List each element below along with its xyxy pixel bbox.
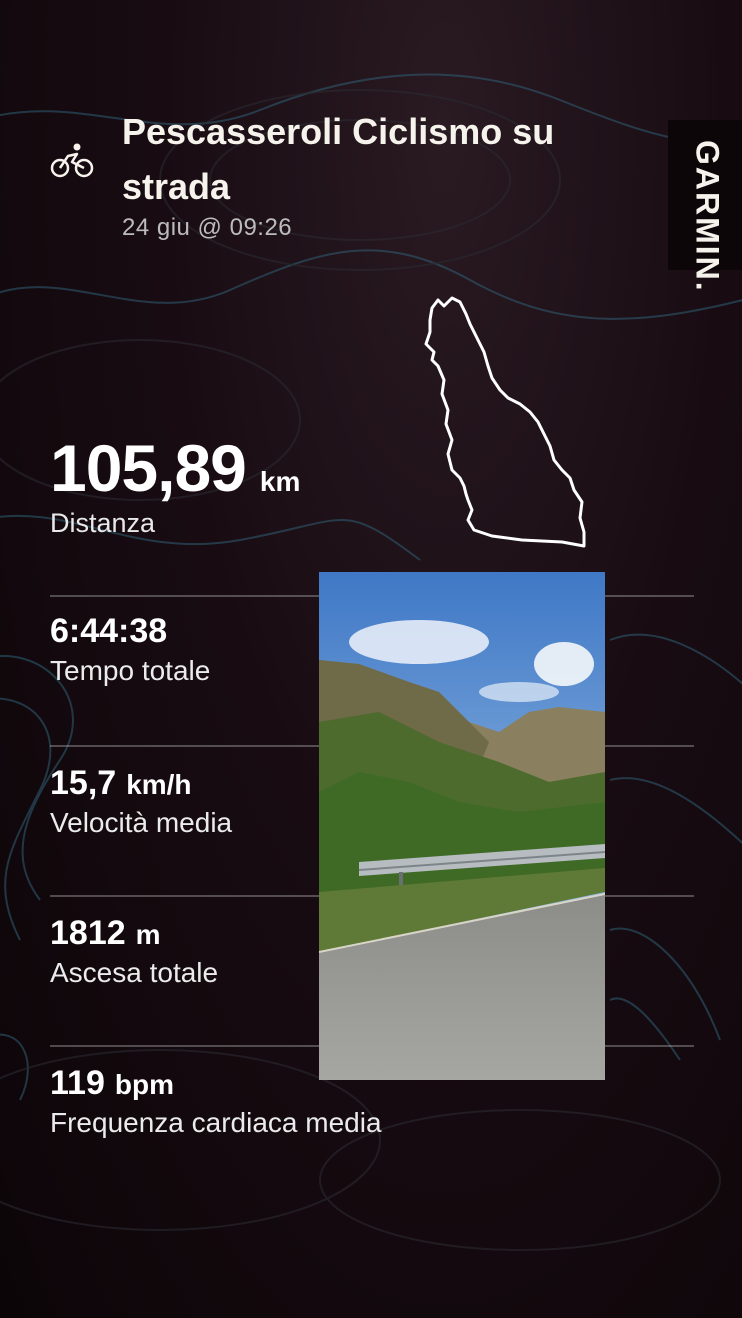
stat-value: 15,7 bbox=[50, 764, 117, 802]
stat-value: 119 bbox=[50, 1064, 105, 1102]
activity-header: Pescasseroli Ciclismo su strada 24 giu @… bbox=[0, 0, 742, 280]
activity-photo[interactable] bbox=[319, 572, 605, 1080]
stat-label: Ascesa totale bbox=[50, 957, 219, 988]
stat-unit: m bbox=[135, 919, 161, 950]
distance-label: Distanza bbox=[50, 508, 156, 538]
route-map bbox=[424, 296, 586, 548]
stat-avg-speed: 15,7 km/h Velocità media bbox=[50, 764, 232, 839]
garmin-logo: GARMIN. bbox=[672, 140, 742, 320]
stat-label: Tempo totale bbox=[50, 655, 211, 686]
distance-block: 105,89 km Distanza bbox=[50, 430, 300, 539]
activity-title: Pescasseroli Ciclismo su strada bbox=[122, 111, 555, 207]
distance-value: 105,89 bbox=[50, 431, 247, 505]
distance-unit: km bbox=[259, 466, 301, 497]
activity-date: 24 giu @ 09:26 bbox=[122, 214, 293, 241]
garmin-logo-text: GARMIN. bbox=[689, 140, 726, 293]
stat-value: 1812 bbox=[50, 914, 126, 952]
stat-unit: bpm bbox=[114, 1069, 174, 1100]
stat-value: 6:44:38 bbox=[50, 612, 168, 650]
stat-total-ascent: 1812 m Ascesa totale bbox=[50, 914, 218, 989]
stat-label: Frequenza cardiaca media bbox=[50, 1107, 382, 1138]
stat-unit: km/h bbox=[126, 769, 192, 800]
bike-icon bbox=[50, 143, 94, 178]
stat-total-time: 6:44:38 Tempo totale bbox=[50, 612, 210, 687]
stat-label: Velocità media bbox=[50, 807, 233, 838]
